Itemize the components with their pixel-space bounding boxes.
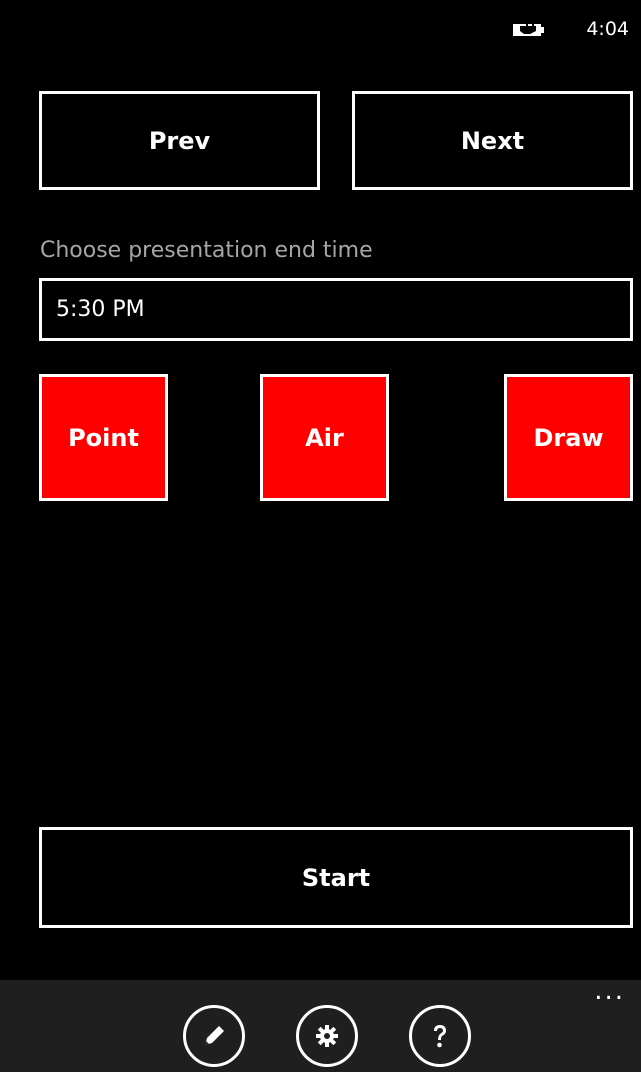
next-button[interactable]: Next [352,91,633,190]
battery-charging-icon [512,22,546,38]
start-button[interactable]: Start [39,827,633,928]
status-time: 4:04 [586,18,629,40]
air-mode-button[interactable]: Air [260,374,389,501]
edit-icon[interactable] [183,1005,245,1067]
more-button[interactable]: ... [594,978,625,1004]
end-time-input[interactable]: 5:30 PM [39,278,633,341]
help-icon[interactable] [409,1005,471,1067]
settings-icon[interactable] [296,1005,358,1067]
draw-mode-button[interactable]: Draw [504,374,633,501]
end-time-label: Choose presentation end time [40,238,373,263]
point-mode-button[interactable]: Point [39,374,168,501]
prev-button[interactable]: Prev [39,91,320,190]
